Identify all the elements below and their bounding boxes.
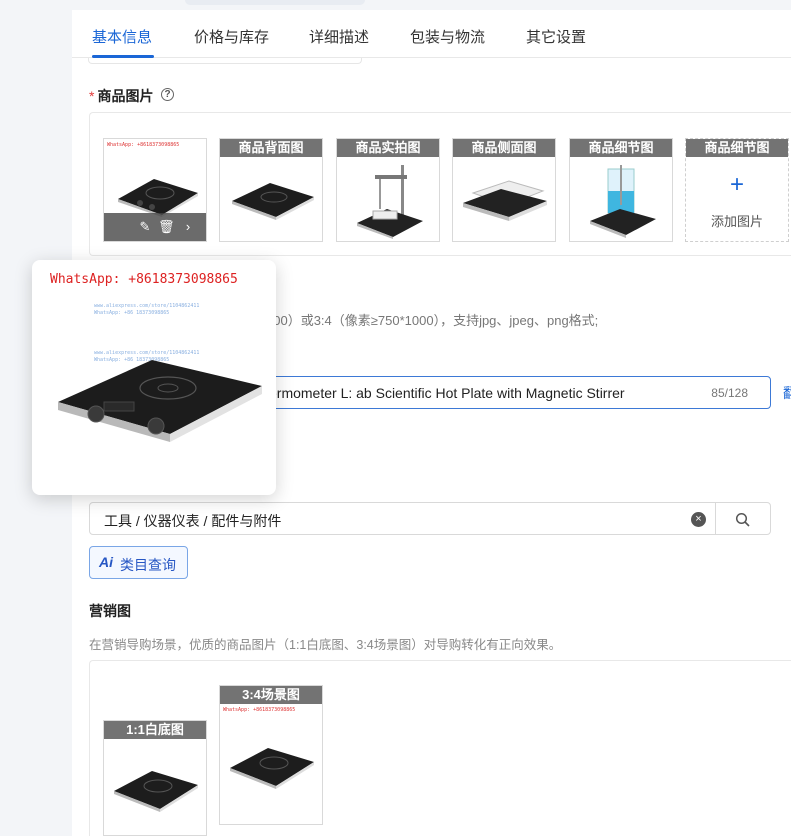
marketing-images-hint: 在营销导购场景，优质的商品图片（1:1白底图、3:4场景图）对导购转化有正向效果… — [89, 638, 562, 652]
marketing-image-portrait[interactable]: 3:4场景图 WhatsApp: +8618373098865 — [219, 685, 323, 825]
hotplate-image — [118, 179, 198, 217]
image-slot-label: 商品实拍图 — [337, 139, 439, 157]
hotplate-image — [230, 748, 314, 789]
image-slot-label: 商品细节图 — [570, 139, 672, 157]
category-value: 工具 / 仪器仪表 / 配件与附件 — [104, 513, 282, 529]
product-image-main[interactable]: WhatsApp: +8618373098865 ✎ 🗑 › — [103, 138, 207, 242]
hotplate-image — [463, 180, 547, 221]
ai-icon: Ai — [99, 554, 113, 570]
category-input[interactable]: 工具 / 仪器仪表 / 配件与附件 × — [89, 502, 716, 535]
image-slot-label: 1:1白底图 — [104, 721, 206, 739]
clear-icon[interactable]: × — [691, 512, 706, 527]
image-slot-label: 3:4场景图 — [220, 686, 322, 704]
translate-link[interactable]: 翻 — [783, 383, 791, 403]
plus-icon: + — [729, 171, 744, 198]
product-image-side[interactable]: 商品侧面图 — [452, 138, 556, 242]
ai-category-search-button[interactable]: Ai 类目查询 — [89, 546, 188, 579]
product-image-back[interactable]: 商品背面图 — [219, 138, 323, 242]
hotplate-preview-image — [58, 360, 262, 442]
watermark-text: WhatsApp: +8618373098865 — [107, 142, 180, 148]
product-title-value: ermometer L: ab Scientific Hot Plate wit… — [269, 385, 625, 401]
add-image-button[interactable]: 商品细节图 + 添加图片 — [685, 138, 789, 242]
image-slot-label: 商品侧面图 — [453, 139, 555, 157]
image-slot-label: 商品背面图 — [220, 139, 322, 157]
image-preview-popup: WhatsApp: +8618373098865 www.aliexpress.… — [32, 260, 276, 495]
watermark-text: WhatsApp: +8618373098865 — [223, 707, 296, 713]
help-icon[interactable]: ? — [161, 88, 174, 101]
image-size-hint: 800）或3:4（像素≥750*1000），支持jpg、jpeg、png格式; — [266, 313, 599, 328]
product-image-real-shot[interactable]: 商品实拍图 — [336, 138, 440, 242]
hotplate-image — [114, 771, 198, 812]
image-toolbar: ✎ 🗑 › — [104, 213, 206, 241]
watermark-text: WhatsApp: +8618373098865 — [50, 272, 238, 287]
top-scroll-pill — [185, 0, 365, 5]
product-images-label: * 商品图片 — [89, 86, 153, 106]
chevron-right-icon[interactable]: › — [180, 219, 196, 235]
tab-basic-info[interactable]: 基本信息 — [92, 26, 152, 47]
marketing-images-label: 营销图 — [89, 603, 131, 619]
marketing-image-square[interactable]: 1:1白底图 — [103, 720, 207, 836]
search-icon — [735, 512, 750, 527]
faint-watermark: www.aliexpress.com/store/1104862411 — [94, 303, 200, 309]
product-image-detail[interactable]: 商品细节图 — [569, 138, 673, 242]
character-count: 85/128 — [711, 386, 748, 400]
required-mark: * — [89, 88, 95, 104]
hotplate-image — [232, 183, 314, 220]
top-strip — [72, 0, 791, 10]
faint-watermark: WhatsApp: +86 18373098865 — [94, 310, 170, 316]
collapsed-field-edge — [88, 58, 362, 64]
tab-other-settings[interactable]: 其它设置 — [526, 26, 586, 47]
ai-button-label: 类目查询 — [120, 557, 176, 573]
delete-icon[interactable]: 🗑 — [158, 219, 175, 235]
image-slot-label: 商品细节图 — [686, 139, 788, 157]
category-search-button[interactable] — [715, 502, 771, 535]
tab-detail-description[interactable]: 详细描述 — [309, 26, 369, 47]
add-image-text: 添加图片 — [710, 214, 763, 229]
tab-bar: 基本信息 价格与库存 详细描述 包装与物流 其它设置 — [72, 10, 791, 58]
product-images-title: 商品图片 — [97, 88, 154, 104]
tab-price-stock[interactable]: 价格与库存 — [194, 26, 269, 47]
hotplate-stand-image — [357, 165, 423, 239]
tab-packaging-logistics[interactable]: 包装与物流 — [410, 26, 485, 47]
hotplate-beaker-image — [590, 165, 656, 238]
edit-icon[interactable]: ✎ — [137, 219, 153, 235]
product-title-input[interactable]: ermometer L: ab Scientific Hot Plate wit… — [250, 376, 771, 409]
